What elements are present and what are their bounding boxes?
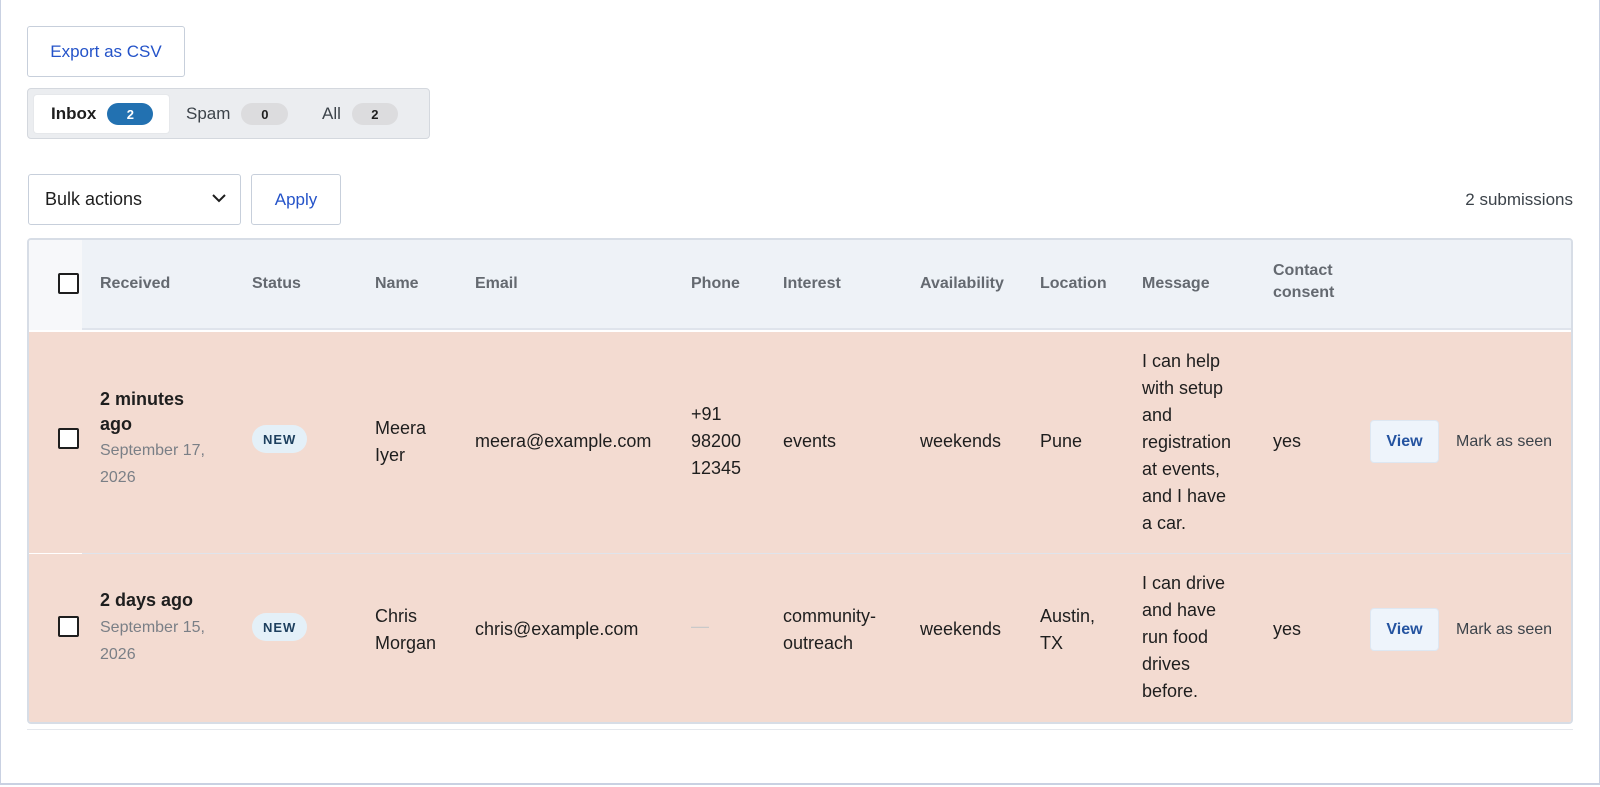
- view-button[interactable]: View: [1370, 608, 1439, 651]
- interest-line1: community-: [783, 606, 877, 626]
- message-line: a car.: [1142, 513, 1187, 533]
- tab-inbox[interactable]: Inbox 2: [34, 95, 169, 133]
- interest-line2: outreach: [783, 633, 854, 653]
- col-consent[interactable]: Contact consent: [1273, 260, 1334, 304]
- export-csv-button[interactable]: Export as CSV: [27, 26, 185, 77]
- message-line: and: [1142, 405, 1173, 425]
- message-cell: I can help with setup and registration a…: [1142, 348, 1231, 537]
- location-cell: Austin, TX: [1040, 603, 1095, 657]
- submission-tabs: Inbox 2 Spam 0 All 2: [27, 88, 430, 139]
- received-date: September 17, 2026: [100, 437, 205, 491]
- table-row: 2 days ago September 15, 2026 NEW Chris …: [29, 554, 1571, 722]
- tab-all-label: All: [322, 104, 341, 123]
- date-line2: 2026: [100, 469, 136, 486]
- tab-inbox-count: 2: [107, 103, 154, 125]
- col-name[interactable]: Name: [375, 273, 419, 295]
- tab-spam-label: Spam: [186, 104, 231, 123]
- message-line: before.: [1142, 681, 1199, 701]
- availability-cell: weekends: [920, 619, 1002, 639]
- interest-cell: events: [783, 431, 837, 451]
- phone-cell: +91 98200 12345: [691, 401, 741, 482]
- tab-spam-count: 0: [241, 103, 289, 125]
- col-received[interactable]: Received: [100, 273, 170, 295]
- received-line1: 2 minutes: [100, 389, 185, 409]
- email-cell: chris@example.com: [475, 619, 639, 639]
- availability-cell: weekends: [920, 431, 1002, 451]
- table-footer-divider: [27, 729, 1573, 730]
- col-email[interactable]: Email: [475, 273, 518, 295]
- phone-line2: 98200: [691, 431, 742, 451]
- submission-count: 2 submissions: [1465, 190, 1573, 209]
- location-line1: Austin,: [1040, 606, 1096, 626]
- name-line2: Iyer: [375, 445, 406, 465]
- mark-as-seen-link[interactable]: Mark as seen: [1456, 621, 1552, 639]
- chevron-down-icon: [212, 194, 226, 203]
- received-relative: 2 minutes ago: [100, 387, 184, 437]
- message-line: with setup: [1142, 378, 1224, 398]
- date-line2: 2026: [100, 646, 136, 663]
- consent-cell: yes: [1273, 431, 1302, 451]
- tab-spam[interactable]: Spam 0: [186, 95, 296, 133]
- location-cell: Pune: [1040, 431, 1083, 451]
- row-checkbox[interactable]: [58, 616, 79, 637]
- col-phone[interactable]: Phone: [691, 273, 740, 295]
- col-interest[interactable]: Interest: [783, 273, 841, 295]
- date-line1: September 17,: [100, 442, 205, 459]
- table-header: Received Status Name Email Phone Interes…: [29, 240, 1571, 330]
- received-line2: ago: [100, 414, 133, 434]
- col-message[interactable]: Message: [1142, 273, 1210, 295]
- message-line: at events,: [1142, 459, 1221, 479]
- mark-as-seen-link[interactable]: Mark as seen: [1456, 433, 1552, 451]
- received-date: September 15, 2026: [100, 614, 205, 668]
- name-line2: Morgan: [375, 633, 437, 653]
- email-cell: meera@example.com: [475, 431, 652, 451]
- apply-button[interactable]: Apply: [251, 174, 341, 225]
- message-line: I can help: [1142, 351, 1221, 371]
- interest-cell: community- outreach: [783, 603, 876, 657]
- phone-line1: +91: [691, 404, 722, 424]
- row-checkbox[interactable]: [58, 428, 79, 449]
- status-badge: NEW: [252, 613, 308, 641]
- message-line: run food: [1142, 627, 1209, 647]
- message-line: I can drive: [1142, 573, 1226, 593]
- location-line2: TX: [1040, 633, 1064, 653]
- message-line: and have: [1142, 600, 1217, 620]
- view-button[interactable]: View: [1370, 420, 1439, 463]
- date-line1: September 15,: [100, 619, 205, 636]
- name-cell: Meera Iyer: [375, 415, 426, 469]
- name-line1: Chris: [375, 606, 418, 626]
- consent-cell: yes: [1273, 619, 1302, 639]
- col-location[interactable]: Location: [1040, 273, 1107, 295]
- col-consent-line2: consent: [1273, 284, 1335, 301]
- col-consent-line1: Contact: [1273, 262, 1333, 279]
- tab-all-count: 2: [351, 103, 398, 125]
- tab-inbox-label: Inbox: [51, 104, 97, 123]
- message-cell: I can drive and have run food drives bef…: [1142, 570, 1225, 705]
- status-badge: NEW: [252, 425, 308, 453]
- phone-empty: —: [691, 616, 709, 636]
- name-cell: Chris Morgan: [375, 603, 436, 657]
- message-line: registration: [1142, 432, 1232, 452]
- message-line: drives: [1142, 654, 1191, 674]
- bulk-actions-value: Bulk actions: [45, 189, 143, 209]
- col-status[interactable]: Status: [252, 273, 301, 295]
- name-line1: Meera: [375, 418, 427, 438]
- phone-line3: 12345: [691, 458, 742, 478]
- tab-all[interactable]: All 2: [322, 95, 412, 133]
- received-relative: 2 days ago: [100, 590, 194, 610]
- submissions-table: Received Status Name Email Phone Interes…: [27, 238, 1573, 724]
- table-row: 2 minutes ago September 17, 2026 NEW Mee…: [29, 332, 1571, 553]
- select-all-checkbox[interactable]: [58, 273, 79, 294]
- bulk-actions-select[interactable]: Bulk actions: [28, 174, 241, 225]
- col-availability[interactable]: Availability: [920, 273, 1004, 295]
- message-line: and I have: [1142, 486, 1227, 506]
